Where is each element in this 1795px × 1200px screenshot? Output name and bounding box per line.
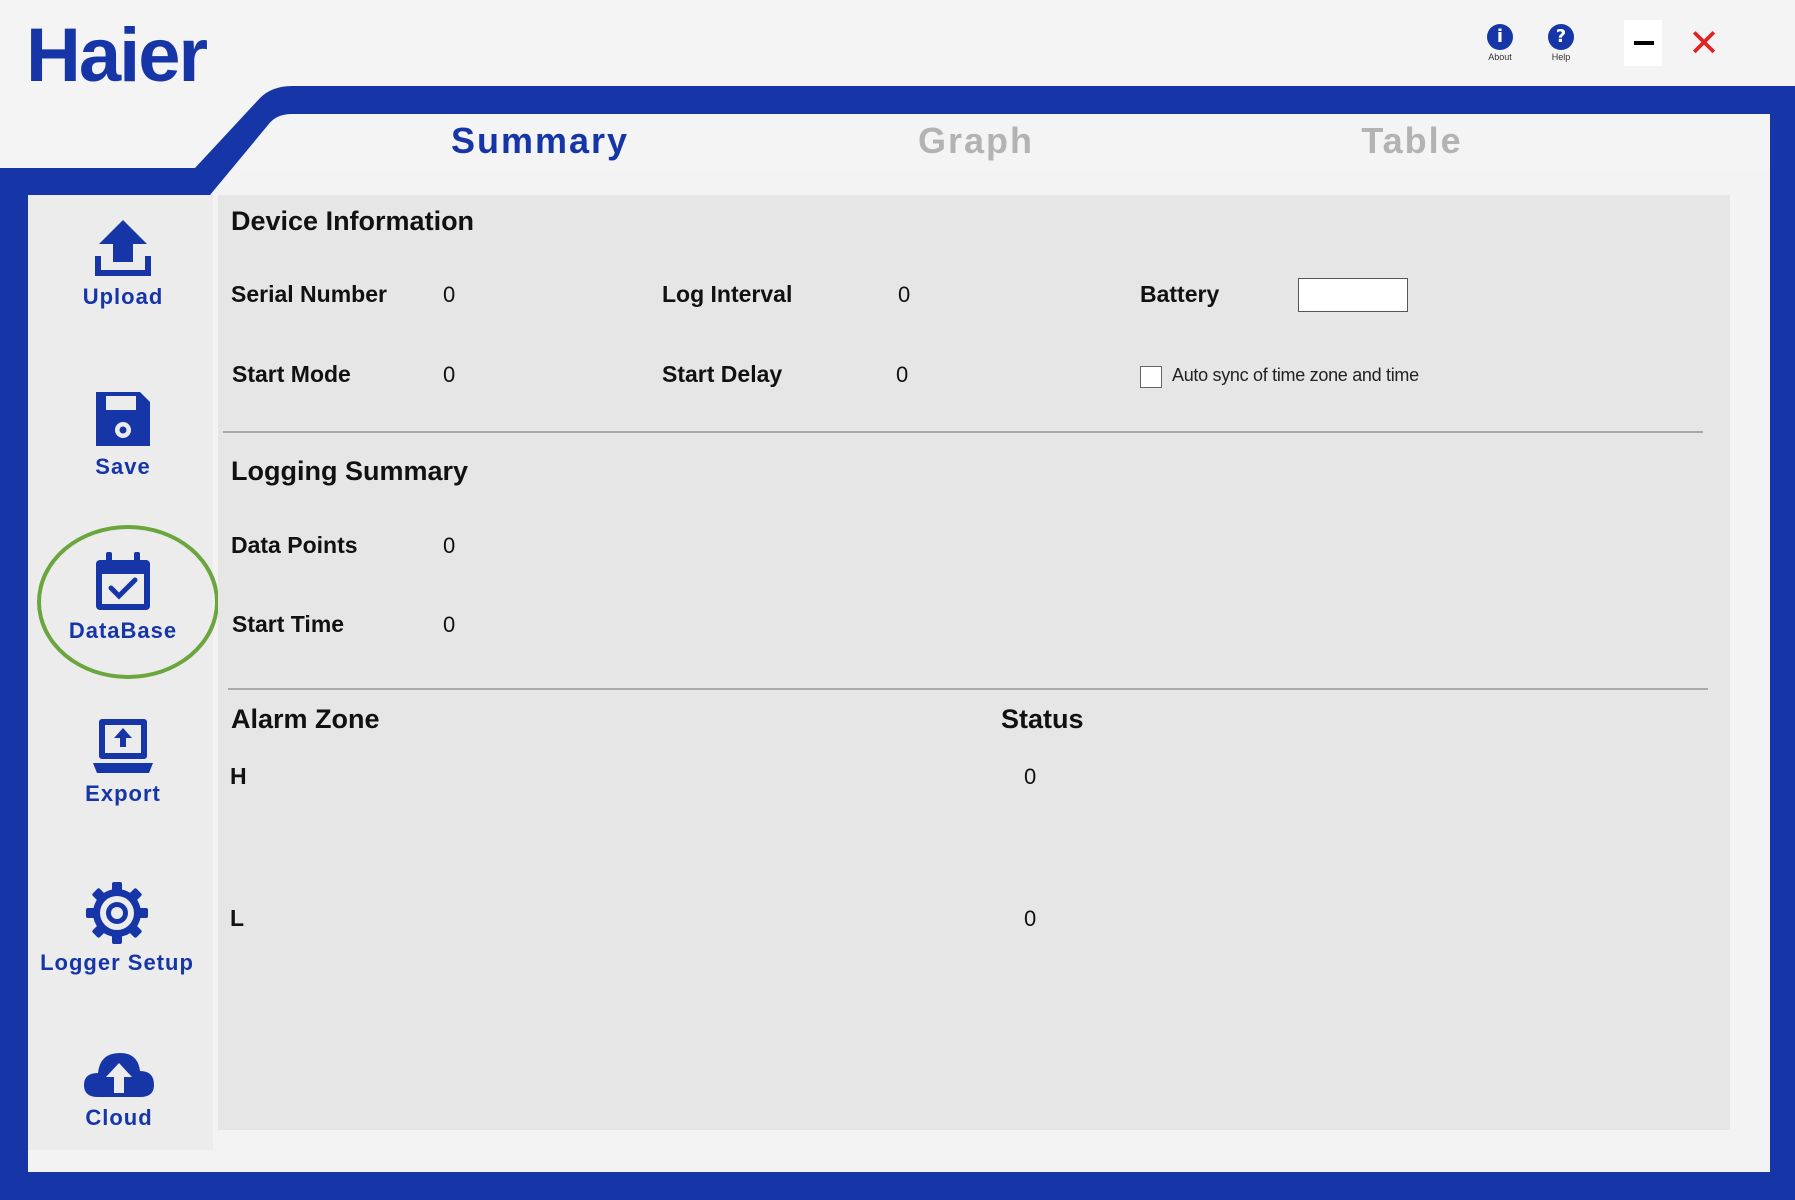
alarm-zone-title: Alarm Zone: [231, 704, 380, 734]
sidebar-item-export[interactable]: Export: [28, 715, 218, 807]
alarm-status-h: 0: [1024, 764, 1037, 789]
sidebar-item-label: Export: [85, 781, 161, 806]
summary-panel: [218, 195, 1730, 1130]
data-points-value: 0: [443, 533, 456, 558]
gear-icon: [86, 882, 148, 944]
auto-sync-checkbox[interactable]: [1140, 366, 1162, 388]
tab-summary[interactable]: Summary: [390, 120, 690, 162]
sidebar-item-cloud[interactable]: Cloud: [24, 1045, 214, 1131]
laptop-export-icon: [93, 719, 153, 773]
serial-number-value: 0: [443, 282, 456, 307]
start-time-value: 0: [443, 612, 456, 637]
battery-label: Battery: [1140, 281, 1220, 307]
alarm-zone-h: H: [230, 763, 247, 789]
cloud-upload-icon: [84, 1053, 154, 1097]
log-interval-label: Log Interval: [662, 281, 793, 307]
sidebar-item-label: Logger Setup: [40, 950, 194, 975]
sidebar-item-label: Save: [95, 454, 151, 479]
section-divider: [223, 431, 1703, 433]
alarm-zone-l: L: [230, 905, 245, 931]
logging-summary-title: Logging Summary: [231, 456, 469, 486]
sidebar-item-database[interactable]: DataBase: [28, 550, 218, 644]
sidebar-item-save[interactable]: Save: [28, 388, 218, 480]
floppy-disk-icon: [96, 392, 150, 446]
battery-indicator: [1298, 278, 1408, 312]
start-mode-value: 0: [443, 362, 456, 387]
section-divider: [228, 688, 1708, 690]
calendar-check-icon: [96, 552, 150, 610]
start-delay-value: 0: [896, 362, 909, 387]
auto-sync-label[interactable]: Auto sync of time zone and time: [1172, 365, 1419, 386]
start-mode-label: Start Mode: [232, 361, 351, 387]
start-delay-label: Start Delay: [662, 361, 783, 387]
sidebar-item-logger-setup[interactable]: Logger Setup: [22, 880, 212, 976]
sidebar-item-upload[interactable]: Upload: [28, 218, 218, 310]
device-information-title: Device Information: [231, 206, 475, 236]
start-time-label: Start Time: [232, 611, 345, 637]
upload-icon: [95, 220, 151, 276]
sidebar-item-label: DataBase: [68, 618, 178, 643]
alarm-status-title: Status: [1001, 704, 1084, 734]
sidebar-item-label: Upload: [82, 284, 164, 309]
tab-table[interactable]: Table: [1262, 120, 1562, 162]
sidebar-item-label: Cloud: [85, 1105, 153, 1130]
alarm-status-l: 0: [1024, 906, 1037, 931]
data-points-label: Data Points: [231, 532, 358, 558]
log-interval-value: 0: [898, 282, 911, 307]
serial-number-label: Serial Number: [231, 281, 387, 307]
tab-graph[interactable]: Graph: [826, 120, 1126, 162]
